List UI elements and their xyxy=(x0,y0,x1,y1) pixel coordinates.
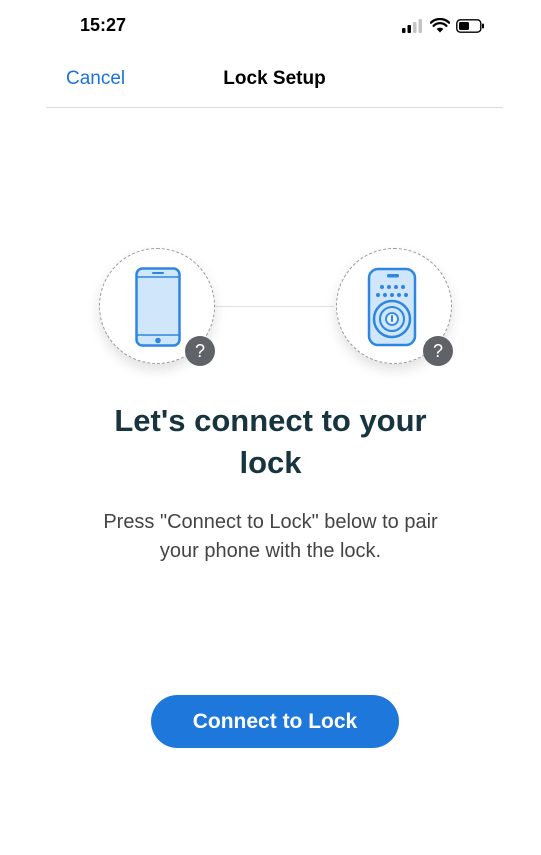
phone-help-button[interactable]: ? xyxy=(185,336,215,366)
connection-illustration: ? ? xyxy=(0,240,541,380)
instruction-line-1: Press "Connect to Lock" below to pair xyxy=(103,511,438,533)
status-icons xyxy=(402,18,485,33)
wifi-icon xyxy=(430,18,450,33)
cellular-signal-icon xyxy=(402,18,422,33)
phone-icon xyxy=(135,267,181,347)
page-title: Lock Setup xyxy=(223,68,326,89)
headline-line-1: Let's connect to your xyxy=(114,403,427,438)
instruction-line-2: your phone with the lock. xyxy=(159,540,382,562)
connection-line xyxy=(214,306,334,307)
headline-line-2: lock xyxy=(239,445,302,480)
connect-to-lock-button[interactable]: Connect to Lock xyxy=(151,695,399,748)
nav-bar: Cancel Lock Setup xyxy=(46,55,503,108)
battery-icon xyxy=(456,18,484,33)
headline: Let's connect to your lock xyxy=(60,400,481,484)
lock-help-button[interactable]: ? xyxy=(423,336,453,366)
status-time: 15:27 xyxy=(80,15,127,35)
status-bar: 15:27 xyxy=(0,0,541,52)
smart-lock-icon xyxy=(367,267,417,347)
instruction-text: Press "Connect to Lock" below to pair yo… xyxy=(60,508,481,566)
